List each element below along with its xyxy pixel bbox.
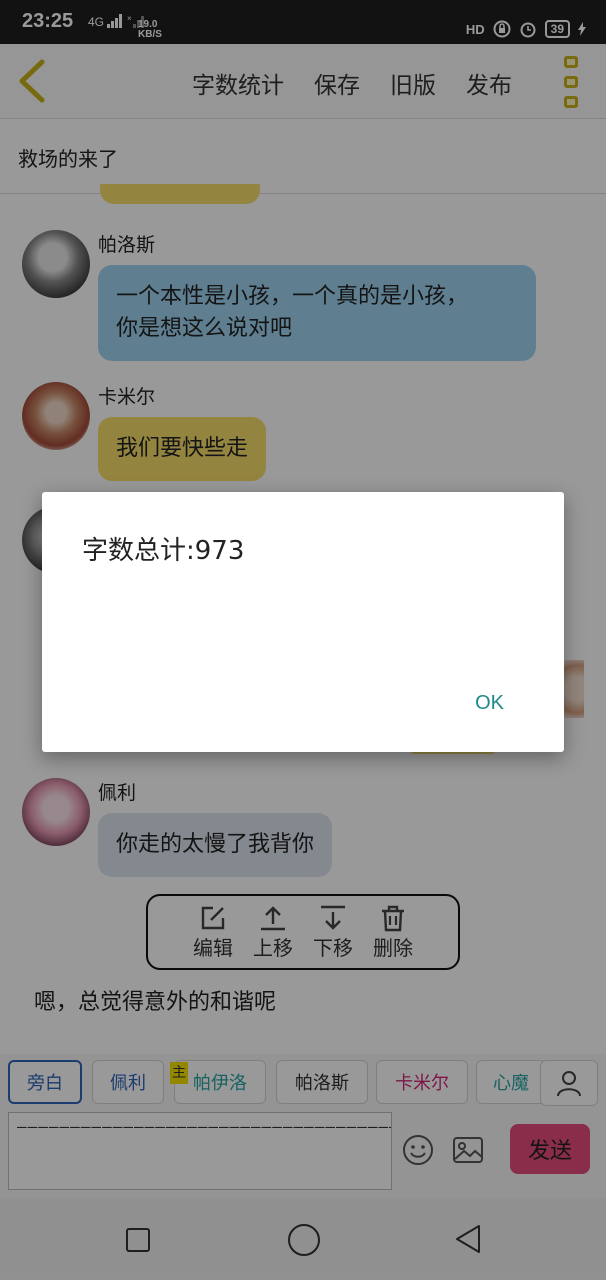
dialog-message: 字数总计:973 bbox=[82, 536, 245, 566]
ok-button[interactable]: OK bbox=[475, 692, 504, 715]
word-count-dialog: 字数总计:973 OK bbox=[42, 492, 564, 752]
